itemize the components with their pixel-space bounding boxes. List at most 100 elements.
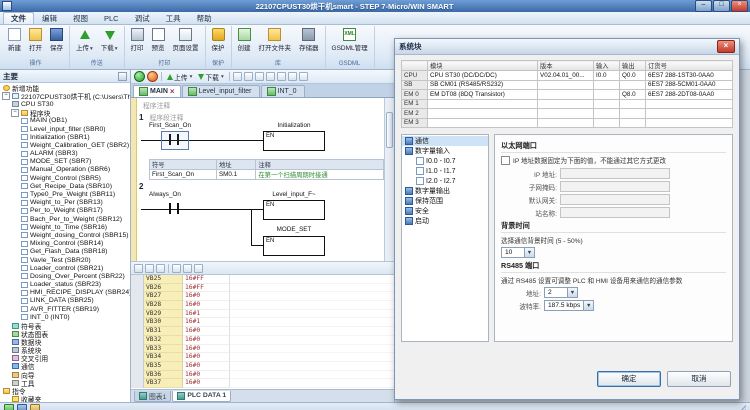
dialog-title-bar[interactable]: 系统块 × — [395, 39, 739, 55]
module-row[interactable]: CPU CPU ST30 (DC/DC/DC) V02.04.01_00... … — [402, 71, 733, 81]
system-block-tree-item[interactable]: 安全 — [402, 206, 488, 216]
read-values-icon[interactable] — [172, 264, 181, 273]
data-row[interactable]: VB37 16#0 — [131, 379, 394, 388]
data-address-cell[interactable]: VB32 — [144, 336, 183, 345]
data-value-cell[interactable]: 16#0 — [183, 353, 230, 362]
expander-icon[interactable] — [2, 92, 10, 100]
data-value-cell[interactable]: 16#0 — [183, 362, 230, 371]
chevron-down-icon[interactable]: ▼ — [567, 288, 577, 297]
module-cell[interactable]: CPU ST30 (DC/DC/DC) — [428, 71, 538, 81]
run-icon[interactable] — [134, 71, 145, 82]
tree-item[interactable]: Level_input_filter (SBR0) — [0, 125, 130, 133]
chart-icon[interactable] — [194, 264, 203, 273]
data-row[interactable]: VB28 16#0 — [131, 301, 394, 310]
tree-item[interactable]: ALARM (SBR3) — [0, 150, 130, 158]
data-value-cell[interactable]: 16#0 — [183, 345, 230, 354]
tree-item[interactable]: INT_0 (INT0) — [0, 313, 130, 321]
ribbon-tab[interactable]: 工具 — [158, 12, 189, 24]
module-row[interactable]: SB SB CM01 (RS485/RS232) 6ES7 288-5CM01-… — [402, 80, 733, 90]
tree-item[interactable]: 程序块 — [0, 109, 130, 117]
tree-item[interactable]: Type0_Pre_Weight (SBR11) — [0, 190, 130, 198]
system-block-tree-item[interactable]: 启动 — [402, 216, 488, 226]
save-button[interactable]: 保存 — [47, 26, 66, 54]
data-value-cell[interactable]: 16#1 — [183, 310, 230, 319]
memory-button[interactable]: 存储器 — [296, 26, 322, 54]
ladder-vertical-scrollbar[interactable] — [384, 98, 394, 261]
system-block-tree-item[interactable]: 数字量输出 — [402, 186, 488, 196]
data-row[interactable]: VB25 16#FF — [131, 275, 394, 284]
module-cell[interactable]: SB CM01 (RS485/RS232) — [428, 80, 538, 90]
data-value-cell[interactable]: 16#0 — [183, 336, 230, 345]
module-cell[interactable]: EM DT08 (8DQ Transistor) — [428, 90, 538, 100]
expander-icon[interactable] — [11, 109, 19, 117]
tree-item[interactable]: 数据块 — [0, 338, 130, 346]
data-row[interactable]: VB31 16#0 — [131, 327, 394, 336]
ribbon-tab[interactable]: PLC — [96, 12, 127, 24]
data-address-cell[interactable]: VB29 — [144, 310, 183, 319]
tree-item[interactable]: Weight_to_Time (SBR16) — [0, 223, 130, 231]
data-row[interactable]: VB30 16#1 — [131, 318, 394, 327]
network-comment[interactable]: 程序段注释 — [149, 112, 183, 122]
data-address-cell[interactable]: VB34 — [144, 353, 183, 362]
tree-item[interactable]: MODE_SET (SBR7) — [0, 158, 130, 166]
sort-icon[interactable] — [134, 264, 143, 273]
data-row[interactable]: VB32 16#0 — [131, 336, 394, 345]
data-value-cell[interactable]: 16#1 — [183, 318, 230, 327]
data-address-cell[interactable]: VB30 — [144, 318, 183, 327]
data-address-cell[interactable]: VB26 — [144, 284, 183, 293]
data-address-cell[interactable]: VB37 — [144, 379, 183, 388]
data-address-cell[interactable]: VB35 — [144, 362, 183, 371]
data-page-tab[interactable]: 图表1 — [134, 391, 171, 402]
ok-button[interactable]: 确定 — [597, 371, 661, 387]
subroutine-box[interactable]: EN — [263, 236, 325, 256]
data-value-cell[interactable]: 16#0 — [183, 292, 230, 301]
tree-item[interactable]: Manual_Operation (SBR6) — [0, 166, 130, 174]
module-row[interactable]: EM 0 EM DT08 (8DQ Transistor) Q8.0 6ES7 … — [402, 90, 733, 100]
dialog-close-icon[interactable]: × — [717, 40, 735, 53]
chevron-down-icon[interactable]: ▼ — [524, 248, 534, 257]
data-value-cell[interactable]: 16#0 — [183, 371, 230, 380]
tree-item[interactable]: Bach_Per_to_Weight (SBR12) — [0, 215, 130, 223]
module-cell[interactable] — [428, 118, 538, 128]
data-value-cell[interactable]: 16#FF — [183, 275, 230, 284]
data-row[interactable]: VB36 16#0 — [131, 371, 394, 380]
tree-item[interactable]: 22107CPUST30烘干机 (C:\Users\ThinkPa... — [0, 92, 130, 100]
open-button[interactable]: 打开 — [26, 26, 45, 54]
print-button[interactable]: 打印 — [128, 26, 147, 54]
editor-tab[interactable]: MAIN × — [133, 85, 181, 97]
tree-item[interactable]: 符号表 — [0, 321, 130, 329]
data-value-cell[interactable]: 16#0 — [183, 379, 230, 388]
system-block-tree-item[interactable]: 数字量输入 — [402, 146, 488, 156]
download-button[interactable]: 下载 — [98, 26, 121, 54]
system-block-tree-item[interactable]: I1.0 - I1.7 — [402, 166, 488, 176]
system-block-tree-item[interactable]: 保持范围 — [402, 196, 488, 206]
close-button[interactable]: × — [731, 0, 748, 12]
ribbon-tab[interactable]: 编辑 — [34, 12, 65, 24]
stop-icon[interactable] — [147, 71, 158, 82]
data-address-cell[interactable]: VB33 — [144, 345, 183, 354]
tree-item[interactable]: 通信 — [0, 362, 130, 370]
chevron-down-icon[interactable]: ▼ — [583, 301, 593, 310]
editor-tab[interactable]: Level_input_filter — [182, 85, 260, 97]
tree-item[interactable]: Loader_control (SBR21) — [0, 264, 130, 272]
data-address-cell[interactable]: VB36 — [144, 371, 183, 380]
rs485-address-select[interactable]: 2 ▼ — [544, 287, 578, 298]
subroutine-box[interactable]: EN — [263, 200, 325, 220]
data-value-cell[interactable]: 16#0 — [183, 301, 230, 310]
ribbon-tab[interactable]: 调试 — [127, 12, 158, 24]
compile-icon[interactable] — [255, 72, 264, 81]
address-toggle-icon[interactable] — [266, 72, 275, 81]
module-cell[interactable] — [428, 99, 538, 109]
system-block-tree-item[interactable]: I0.0 - I0.7 — [402, 156, 488, 166]
ribbon-tab[interactable]: 文件 — [3, 12, 34, 24]
data-row[interactable]: VB33 16#0 — [131, 345, 394, 354]
editor-upload-button[interactable]: 上传 — [165, 72, 194, 82]
tree-item[interactable]: Dosing_Over_Percent (SBR22) — [0, 272, 130, 280]
chart-status-icon[interactable] — [299, 72, 308, 81]
network-2-rung[interactable]: Always_On Level_input_F~ EN MODE_SET EN — [139, 191, 384, 261]
baud-rate-select[interactable]: 187.5 kbps ▼ — [544, 300, 594, 311]
write-values-icon[interactable] — [183, 264, 192, 273]
ribbon-tab[interactable]: 帮助 — [189, 12, 220, 24]
data-row[interactable]: VB26 16#FF — [131, 284, 394, 293]
tree-item[interactable]: Weight_Control (SBR5) — [0, 174, 130, 182]
